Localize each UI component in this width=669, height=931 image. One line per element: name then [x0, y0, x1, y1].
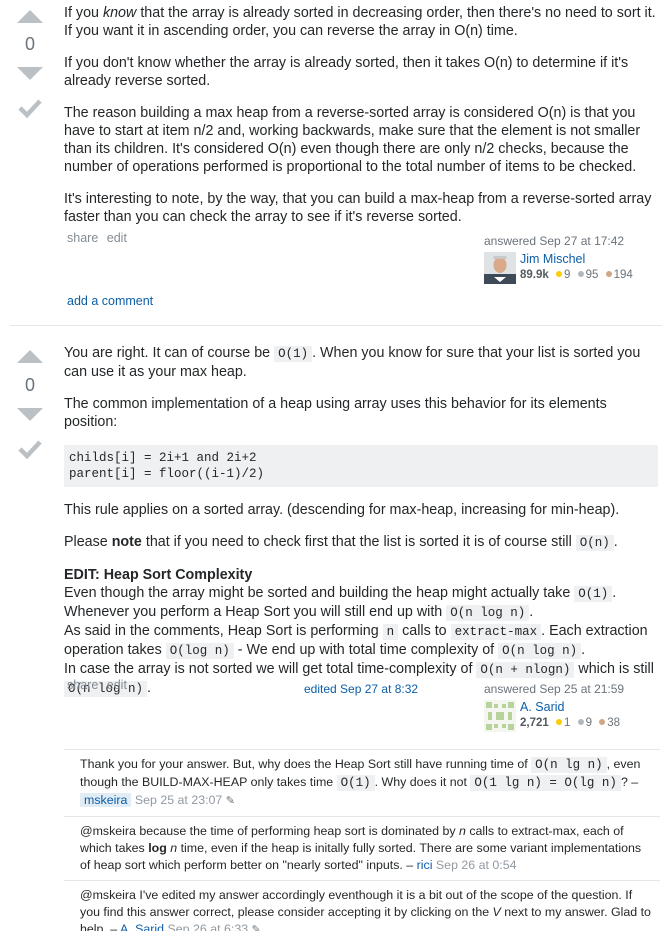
comment-text: @mskeira I've edited my answer according… [80, 888, 651, 931]
user-signature: answered Sep 25 at 21:59 A. Sarid 2,721 … [484, 682, 664, 732]
answer-paragraph: If you don't know whether the array is a… [64, 55, 629, 89]
add-comment-link[interactable]: add a comment [67, 294, 153, 308]
bronze-badge-icon [599, 719, 606, 726]
vote-count: 0 [24, 34, 35, 54]
silver-badge-icon [577, 719, 584, 726]
vote-up-icon[interactable] [17, 350, 43, 363]
comment-user[interactable]: mskeira [80, 793, 132, 807]
edit-link[interactable]: edit [107, 231, 127, 245]
inline-code: O(1) [336, 775, 375, 791]
answer-paragraph: If you know that the array is already so… [64, 5, 656, 39]
comments-list: Thank you for your answer. But, why does… [64, 749, 660, 931]
answered-time: answered Sep 25 at 21:59 [484, 682, 625, 696]
share-link[interactable]: share [67, 678, 98, 692]
bold-text: note [111, 534, 142, 550]
vote-count: 0 [24, 375, 35, 395]
inline-code: O(n log n) [446, 605, 530, 621]
bronze-badge-count: 38 [607, 717, 620, 729]
gold-badge-icon [555, 719, 562, 726]
user-avatar[interactable] [484, 252, 516, 284]
emphasis-text: n [458, 824, 466, 838]
user-signature: answered Sep 27 at 17:42 Jim Mischel 89.… [484, 234, 664, 284]
emphasis-text: V [492, 905, 501, 919]
gold-badge-count: 1 [563, 717, 571, 729]
inline-code: O(log n) [165, 643, 234, 659]
user-avatar[interactable] [484, 700, 516, 732]
user-name[interactable]: Jim Mischel [520, 252, 585, 266]
gold-badge-icon [555, 271, 562, 278]
comment: @mskeira because the time of performing … [64, 816, 660, 880]
answer-body: You are right. It can of course be O(1).… [64, 344, 660, 698]
reputation-score: 2,721 [520, 717, 549, 729]
answer-paragraph: You are right. It can of course be O(1).… [64, 345, 641, 380]
gold-badge-count: 9 [563, 269, 571, 281]
edit-link[interactable]: edit [107, 678, 127, 692]
answered-time: answered Sep 27 at 17:42 [484, 234, 625, 248]
comment-text: @mskeira because the time of performing … [80, 824, 642, 872]
answer-paragraph: This rule applies on a sorted array. (de… [64, 502, 620, 518]
vote-down-icon[interactable] [17, 408, 43, 421]
edited-time-link[interactable]: edited Sep 27 at 8:32 [304, 682, 418, 696]
comment-text: Thank you for your answer. But, why does… [80, 757, 641, 791]
answer-paragraph: It's interesting to note, by the way, th… [64, 191, 652, 225]
edit-section: EDIT: Heap Sort Complexity Even though t… [64, 566, 660, 698]
share-link[interactable]: share [67, 231, 98, 245]
inline-code: O(1) [274, 346, 313, 362]
silver-badge-icon [577, 271, 584, 278]
edit-text: Even though the array might be sorted an… [64, 584, 660, 698]
inline-code: O(n lg n) [531, 757, 607, 773]
user-name[interactable]: A. Sarid [520, 700, 564, 714]
comment-user[interactable]: A. Sarid [120, 922, 164, 931]
bronze-badge-count: 194 [613, 269, 633, 281]
answer-paragraph: Please note that if you need to check fi… [64, 534, 618, 551]
pencil-icon: ✎ [251, 924, 261, 931]
user-reputation: 89.9k 9 95 194 [520, 269, 633, 281]
code-block: childs[i] = 2i+1 and 2i+2 parent[i] = fl… [64, 445, 658, 487]
comment-date[interactable]: Sep 26 at 0:54 [436, 858, 517, 872]
inline-code: extract-max [450, 624, 542, 640]
user-reputation: 2,721 1 9 38 [520, 717, 620, 729]
answer-paragraph: The reason building a max heap from a re… [64, 105, 641, 175]
vote-up-icon[interactable] [17, 10, 43, 23]
silver-badge-count: 95 [585, 269, 599, 281]
inline-code: n [382, 624, 399, 640]
reputation-score: 89.9k [520, 269, 549, 281]
comment-user[interactable]: rici [417, 858, 433, 872]
silver-badge-count: 9 [585, 717, 592, 729]
emphasis-text: n [170, 841, 178, 855]
answer-paragraph: The common implementation of a heap usin… [64, 396, 607, 430]
inline-code: O(1 lg n) = O(lg n) [470, 775, 621, 791]
inline-code: O(n) [575, 535, 614, 551]
edit-line: Whenever you perform a Heap Sort you wil… [64, 604, 534, 621]
comment: Thank you for your answer. But, why does… [64, 749, 660, 816]
bold-text: log [148, 841, 167, 855]
accept-check-icon[interactable] [18, 98, 42, 118]
comment: @mskeira I've edited my answer according… [64, 880, 660, 931]
answer-body: If you know that the array is already so… [64, 4, 660, 240]
bronze-badge-icon [605, 271, 612, 278]
answer-divider [10, 325, 662, 326]
inline-code: O(n log n) [498, 643, 582, 659]
comment-date[interactable]: Sep 25 at 23:07 [135, 793, 223, 807]
edit-line: As said in the comments, Heap Sort is pe… [64, 623, 648, 659]
post-menu: share edit [67, 678, 132, 692]
emphasis-text: know [102, 5, 137, 21]
comment-date[interactable]: Sep 26 at 6:33 [168, 922, 249, 931]
inline-code: O(1) [574, 586, 613, 602]
vote-down-icon[interactable] [17, 67, 43, 80]
edit-heading: EDIT: Heap Sort Complexity [64, 567, 253, 583]
pencil-icon: ✎ [225, 795, 235, 807]
edit-line: Even though the array might be sorted an… [64, 585, 617, 602]
accept-check-icon[interactable] [18, 439, 42, 459]
inline-code: O(n + nlogn) [476, 662, 575, 678]
post-menu: share edit [67, 231, 132, 245]
